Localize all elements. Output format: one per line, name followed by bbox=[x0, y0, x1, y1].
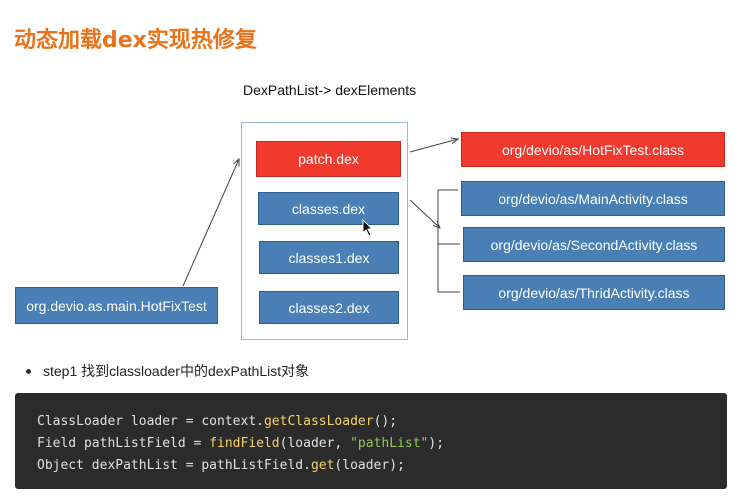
arrow-classes-to-bracket bbox=[409, 199, 440, 228]
dex-item-classes: classes.dex bbox=[258, 192, 399, 225]
code-line-3: Object dexPathList = pathListField.get(l… bbox=[37, 458, 405, 473]
dex-item-classes2: classes2.dex bbox=[259, 291, 399, 324]
dex-item-patch: patch.dex bbox=[256, 141, 401, 177]
code-block: ClassLoader loader = context.getClassLoa… bbox=[15, 393, 727, 489]
arrow-patch-to-hotfix bbox=[409, 139, 458, 153]
class-item-secondactivity: org/devio/as/SecondActivity.class bbox=[463, 227, 725, 262]
class-item-hotfixtest: org/devio/as/HotFixTest.class bbox=[461, 132, 725, 167]
mouse-pointer-icon bbox=[362, 219, 374, 237]
arrow-source-to-dex bbox=[182, 159, 239, 287]
bracket bbox=[437, 189, 460, 293]
code-line-2: Field pathListField = findField(loader, … bbox=[37, 436, 445, 451]
step-text: step1 找到classloader中的dexPathList对象 bbox=[43, 363, 310, 379]
class-item-mainactivity: org/devio/as/MainActivity.class bbox=[461, 181, 725, 216]
dex-item-classes1: classes1.dex bbox=[259, 241, 399, 274]
code-line-1: ClassLoader loader = context.getClassLoa… bbox=[37, 414, 398, 429]
step-bullet: step1 找到classloader中的dexPathList对象 bbox=[26, 361, 309, 381]
bullet-dot bbox=[26, 368, 31, 374]
class-item-thridactivity: org/devio/as/ThridActivity.class bbox=[463, 275, 725, 310]
source-class-box: org.devio.as.main.HotFixTest bbox=[15, 287, 218, 324]
